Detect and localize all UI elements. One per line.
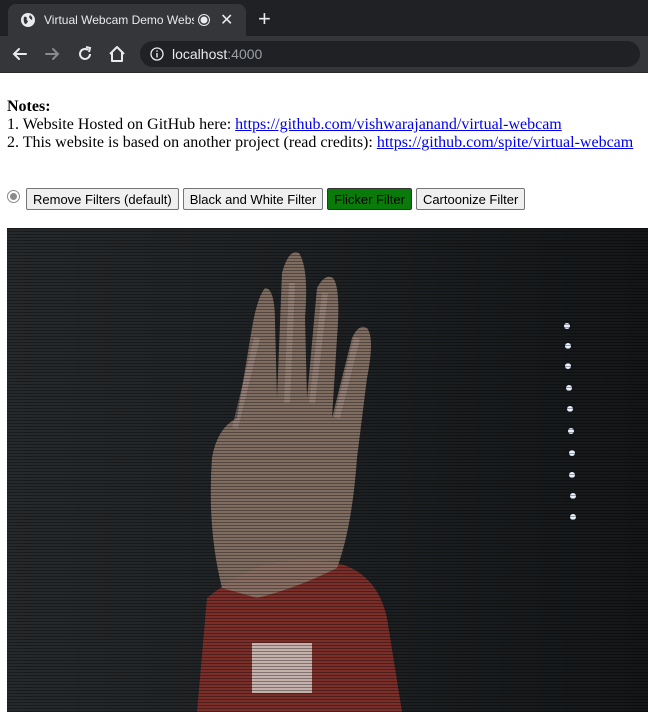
page-content: Notes: 1. Website Hosted on GitHub here:… [0, 72, 648, 712]
cartoonize-filter-button[interactable]: Cartoonize Filter [415, 188, 526, 210]
url-host: localhost [172, 46, 228, 62]
remove-filters-button[interactable]: Remove Filters (default) [26, 188, 179, 210]
recording-icon [198, 14, 210, 26]
reload-icon[interactable] [75, 44, 95, 64]
close-tab-icon[interactable]: ✕ [220, 10, 233, 30]
notes-heading: Notes: [7, 98, 51, 115]
address-bar[interactable]: localhost:4000 [140, 41, 640, 67]
radio-button[interactable] [7, 189, 20, 203]
credits-link[interactable]: https://github.com/spite/virtual-webcam [377, 134, 633, 151]
filter-controls: Remove Filters (default) Black and White… [7, 188, 529, 210]
back-arrow-icon[interactable] [10, 44, 30, 64]
webcam-frame [7, 228, 648, 712]
browser-tab[interactable]: Virtual Webcam Demo Website ✕ [8, 4, 246, 36]
home-icon[interactable] [107, 44, 127, 64]
globe-icon [21, 13, 35, 27]
info-icon[interactable] [150, 47, 164, 61]
forward-arrow-icon[interactable] [42, 44, 62, 64]
url-port: :4000 [227, 46, 263, 62]
github-repo-link[interactable]: https://github.com/vishwarajanand/virtua… [235, 116, 562, 133]
radio-dot [10, 192, 17, 200]
new-tab-button[interactable]: + [258, 6, 271, 32]
webcam-video [7, 228, 648, 712]
tab-title: Virtual Webcam Demo Website [44, 13, 194, 27]
note-line-1-text: 1. Website Hosted on GitHub here: [7, 116, 236, 133]
browser-toolbar: localhost:4000 [0, 36, 648, 73]
black-and-white-filter-button[interactable]: Black and White Filter [182, 188, 324, 210]
notes-section: Notes: 1. Website Hosted on GitHub here:… [7, 98, 633, 152]
tab-strip: Virtual Webcam Demo Website ✕ + [0, 0, 648, 36]
flicker-filter-button[interactable]: Flicker Filter [327, 188, 412, 210]
note-line-2-text: 2. This website is based on another proj… [7, 134, 377, 151]
